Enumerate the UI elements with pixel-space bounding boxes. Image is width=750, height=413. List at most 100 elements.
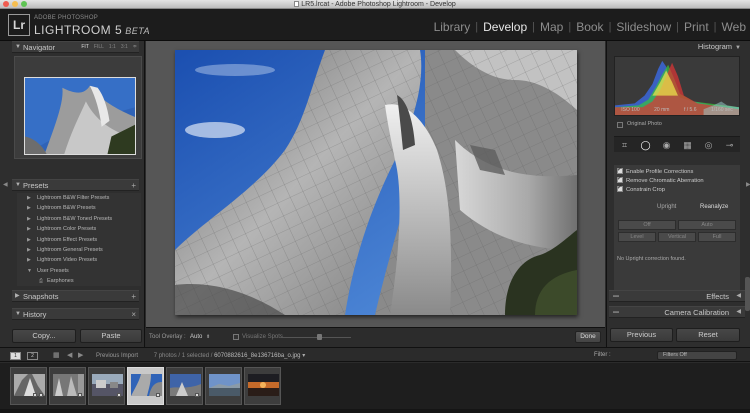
module-print[interactable]: Print: [679, 20, 714, 34]
upright-level-button[interactable]: Level: [618, 232, 656, 242]
grid-view-icon[interactable]: ▦: [53, 352, 61, 360]
clear-history-icon[interactable]: ×: [131, 309, 136, 320]
history-header[interactable]: ▼ History ×: [12, 308, 139, 320]
navigator-header[interactable]: ▼ Navigator FIT FILL 1:1 3:1 ≑: [12, 41, 139, 53]
dropdown-arrow-icon[interactable]: ⬍: [206, 334, 210, 340]
module-slideshow[interactable]: Slideshow: [611, 20, 676, 34]
preset-folder[interactable]: ▶ Lightroom Video Presets: [17, 255, 141, 265]
checkbox-checked-icon[interactable]: [617, 184, 623, 193]
module-book[interactable]: Book: [571, 20, 608, 34]
filter-select[interactable]: Filters Off: [657, 351, 737, 360]
navigator-thumbnail[interactable]: [24, 77, 136, 155]
zoom-fill[interactable]: FILL: [94, 42, 104, 53]
badge-icon: [156, 393, 160, 397]
upright-status-text: No Upright correction found.: [617, 256, 686, 262]
effects-header[interactable]: ▬ Effects ◀: [609, 290, 745, 302]
back-arrow-icon[interactable]: ◀: [67, 351, 72, 359]
previous-button[interactable]: Previous: [610, 328, 673, 342]
add-snapshot-icon[interactable]: +: [131, 291, 136, 302]
zoom-fit[interactable]: FIT: [81, 42, 89, 53]
upright-auto-button[interactable]: Auto: [678, 220, 736, 230]
preset-folder[interactable]: ▶ Lightroom Effect Presets: [17, 235, 141, 245]
red-eye-tool-icon[interactable]: ◉: [662, 140, 672, 150]
presets-header[interactable]: ▼ Presets +: [12, 179, 139, 191]
filmstrip-thumbnail[interactable]: [166, 367, 203, 405]
snapshots-title: Snapshots: [23, 292, 59, 301]
filmstrip-thumbnail[interactable]: [88, 367, 125, 405]
window-title-bar: LR5.lrcat - Adobe Photoshop Lightroom - …: [0, 0, 750, 9]
remove-ca-row[interactable]: Remove Chromatic Aberration: [617, 175, 704, 186]
current-filename: 6070882616_8e136716ba_o.jpg: [214, 353, 301, 359]
tool-overlay-select[interactable]: Auto: [190, 334, 202, 340]
badge-icon: [39, 393, 43, 397]
paste-button[interactable]: Paste: [80, 329, 142, 343]
upright-full-button[interactable]: Full: [698, 232, 736, 242]
adjustment-brush-icon[interactable]: ⊸: [725, 140, 735, 150]
original-photo-checkbox[interactable]: [617, 122, 623, 128]
forward-arrow-icon[interactable]: ▶: [78, 351, 83, 359]
graduated-filter-icon[interactable]: ▦: [683, 140, 693, 150]
navigator-title: Navigator: [23, 43, 56, 52]
tool-overlay-label: Tool Overlay :: [149, 334, 186, 340]
camera-calibration-header[interactable]: ▬ Camera Calibration ◀: [609, 306, 745, 318]
preset-folder-user[interactable]: ▼ User Presets: [17, 266, 141, 276]
brand-product: LIGHTROOM 5: [34, 23, 123, 37]
filmstrip-thumbnail[interactable]: [205, 367, 242, 405]
checkbox-checked-icon[interactable]: [617, 166, 623, 175]
histogram-header[interactable]: Histogram ▼: [607, 41, 744, 53]
histogram-title: Histogram: [697, 42, 733, 51]
folder-expand-icon: ▶: [27, 226, 31, 233]
filmstrip-thumbnail-selected[interactable]: [127, 367, 164, 405]
visualize-spots-checkbox[interactable]: [233, 334, 239, 340]
thumbnail-image: [248, 374, 279, 396]
done-button[interactable]: Done: [575, 331, 601, 343]
preset-folder[interactable]: ▶ Lightroom B&W Filter Presets: [17, 193, 141, 203]
slider-knob[interactable]: [317, 334, 322, 340]
secondary-window-button[interactable]: 2: [27, 352, 38, 360]
copy-button[interactable]: Copy...: [12, 329, 76, 343]
zoom-1-1[interactable]: 1:1: [109, 42, 116, 53]
main-window-button[interactable]: 1: [10, 352, 21, 360]
panel-toggle-icon[interactable]: ▬: [613, 307, 619, 318]
preset-doc-icon: ⎙: [39, 278, 44, 285]
filmstrip-thumbnail[interactable]: [244, 367, 281, 405]
upright-off-button[interactable]: Off: [618, 220, 676, 230]
crop-tool-icon[interactable]: ⌗: [620, 140, 630, 150]
reanalyze-button[interactable]: Reanalyze: [700, 204, 728, 210]
zoom-dropdown-icon[interactable]: ≑: [133, 42, 137, 53]
checkbox-checked-icon[interactable]: [617, 175, 623, 184]
preset-item[interactable]: ⎙ Earphones: [17, 276, 141, 286]
preset-folder[interactable]: ▶ Lightroom B&W Toned Presets: [17, 214, 141, 224]
preset-folder[interactable]: ▶ Lightroom General Presets: [17, 245, 141, 255]
module-web[interactable]: Web: [717, 20, 746, 34]
folder-expand-icon: ▶: [27, 246, 31, 253]
filmstrip-scrollbar[interactable]: [0, 409, 750, 413]
exif-info: ISO 100 20 mm f / 5.6 1/160 sec: [614, 107, 740, 113]
filmstrip-thumbnail[interactable]: [10, 367, 47, 405]
right-panel: Histogram ▼ ISO 100 20 mm f / 5.6 1/160 s…: [606, 41, 750, 347]
module-library[interactable]: Library: [429, 20, 476, 34]
reset-button[interactable]: Reset: [676, 328, 740, 342]
spot-removal-tool-icon[interactable]: ◯: [641, 140, 651, 150]
left-panel-collapse-icon[interactable]: ◀: [3, 181, 8, 191]
visualize-spots-slider[interactable]: [281, 337, 351, 338]
radial-filter-icon[interactable]: ◎: [704, 140, 714, 150]
upright-vertical-button[interactable]: Vertical: [658, 232, 696, 242]
main-photo[interactable]: [175, 50, 577, 315]
right-panel-scrollbar[interactable]: [745, 277, 750, 311]
zoom-3-1[interactable]: 3:1: [121, 42, 128, 53]
snapshots-header[interactable]: ▶ Snapshots +: [12, 290, 139, 302]
panel-toggle-icon[interactable]: ▬: [613, 291, 619, 302]
preset-folder[interactable]: ▶ Lightroom B&W Presets: [17, 203, 141, 213]
module-map[interactable]: Map: [535, 20, 568, 34]
enable-profile-row[interactable]: Enable Profile Corrections: [617, 166, 693, 177]
constrain-crop-row[interactable]: Constrain Crop: [617, 184, 665, 195]
add-preset-icon[interactable]: +: [131, 180, 136, 191]
filename-dropdown-icon[interactable]: ▾: [302, 353, 305, 359]
module-develop[interactable]: Develop: [478, 20, 532, 34]
filmstrip-breadcrumb[interactable]: Previous Import 7 photos / 1 selected / …: [96, 352, 305, 359]
original-photo-label: Original Photo: [627, 121, 662, 127]
right-panel-collapse-icon[interactable]: ▶: [746, 181, 750, 188]
filmstrip-thumbnail[interactable]: [49, 367, 86, 405]
preset-folder[interactable]: ▶ Lightroom Color Presets: [17, 224, 141, 234]
